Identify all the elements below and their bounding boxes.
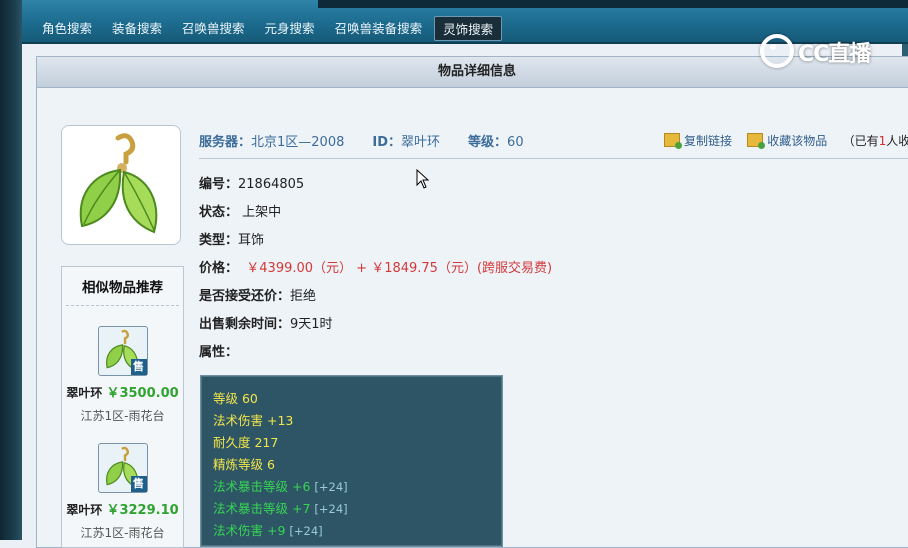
tab-summon-search[interactable]: 召唤兽搜索 — [174, 16, 253, 41]
attributes-box: 等级 60 法术伤害 +13 耐久度 217 精炼等级 6 法术暴击等级 +6 … — [200, 375, 503, 547]
favorite-count-note: （已有1人收藏 — [842, 134, 908, 148]
item-thumbnail[interactable]: 售 — [97, 326, 148, 376]
similar-items-title: 相似物品推荐 — [66, 267, 179, 306]
price-value: ￥4399.00（元） + ￥1849.75（元）(跨服交易费) — [246, 261, 553, 276]
item-summary-row: 服务器：北京1区—2008 ID：翠叶环 等级：60 — [199, 131, 524, 150]
divider — [199, 158, 908, 159]
attribute-line: 等级 60 — [213, 391, 258, 406]
sell-badge: 售 — [130, 476, 147, 492]
left-edge — [0, 0, 22, 540]
favorite-icon — [747, 133, 766, 149]
attribute-line: 耐久度 217 — [213, 435, 279, 450]
attribute-line: 法术伤害 +9 [+24] — [213, 523, 323, 538]
similar-item-server: 江苏1区-雨花台 — [80, 526, 165, 540]
similar-items-panel: 相似物品推荐 售 翠叶环 ￥3500.00 江苏1区-雨花台 售 翠叶环 ￥32… — [61, 266, 184, 548]
similar-item-name[interactable]: 翠叶环 — [66, 503, 102, 517]
search-tabs: 角色搜索 装备搜索 召唤兽搜索 元身搜索 召唤兽装备搜索 灵饰搜索 — [34, 16, 506, 41]
item-thumbnail[interactable]: 售 — [97, 443, 148, 493]
tab-accessory-search[interactable]: 灵饰搜索 — [434, 16, 503, 41]
server-value: 北京1区—2008 — [251, 135, 345, 150]
similar-item[interactable]: 售 翠叶环 ￥3500.00 江苏1区-雨花台 — [62, 326, 183, 424]
server-label: 服务器： — [199, 135, 252, 150]
counter-offer-field: 是否接受还价：拒绝 — [199, 289, 317, 304]
attribute-line: 精炼等级 6 — [213, 457, 275, 472]
similar-item-price: ￥3229.10 — [106, 503, 179, 518]
tab-role-search[interactable]: 角色搜索 — [34, 16, 100, 41]
level-label: 等级： — [468, 135, 508, 150]
copy-link-button[interactable]: 复制链接 — [684, 134, 732, 148]
item-actions: 复制链接 收藏该物品 （已有1人收藏 — [664, 132, 908, 149]
copy-link-icon — [664, 133, 682, 149]
remaining-time-field: 出售剩余时间：9天1时 — [199, 317, 333, 332]
level-value: 60 — [507, 135, 524, 150]
type-field: 类型：耳饰 — [199, 233, 265, 248]
similar-item-name[interactable]: 翠叶环 — [66, 386, 102, 400]
attribute-line: 法术暴击等级 +6 [+24] — [213, 479, 348, 494]
similar-item-price: ￥3500.00 — [106, 386, 179, 401]
favorite-button[interactable]: 收藏该物品 — [767, 134, 827, 148]
status-field: 状态： 上架中 — [199, 205, 282, 220]
similar-item-server: 江苏1区-雨花台 — [80, 409, 165, 423]
number-field: 编号：21864805 — [199, 177, 305, 192]
id-value: 翠叶环 — [401, 135, 441, 150]
similar-item[interactable]: 售 翠叶环 ￥3229.10 江苏1区-雨花台 — [62, 443, 183, 541]
mouse-cursor-icon — [416, 169, 430, 189]
attributes-label: 属性： — [199, 345, 239, 360]
attribute-line: 法术伤害 +13 — [213, 413, 294, 428]
tab-summon-equipment-search[interactable]: 召唤兽装备搜索 — [327, 16, 431, 41]
top-dark-bar — [318, 0, 908, 8]
tab-avatar-search[interactable]: 元身搜索 — [257, 16, 323, 41]
price-field: 价格： ￥4399.00（元） + ￥1849.75（元）(跨服交易费) — [199, 261, 553, 276]
item-image — [61, 125, 181, 245]
tab-equipment-search[interactable]: 装备搜索 — [104, 16, 170, 41]
id-label: ID： — [372, 135, 402, 150]
cc-live-logo: CC直播 — [760, 34, 890, 68]
leaf-earring-icon — [79, 133, 158, 234]
sell-badge: 售 — [130, 359, 147, 375]
attribute-line: 法术暴击等级 +7 [+24] — [213, 501, 348, 516]
